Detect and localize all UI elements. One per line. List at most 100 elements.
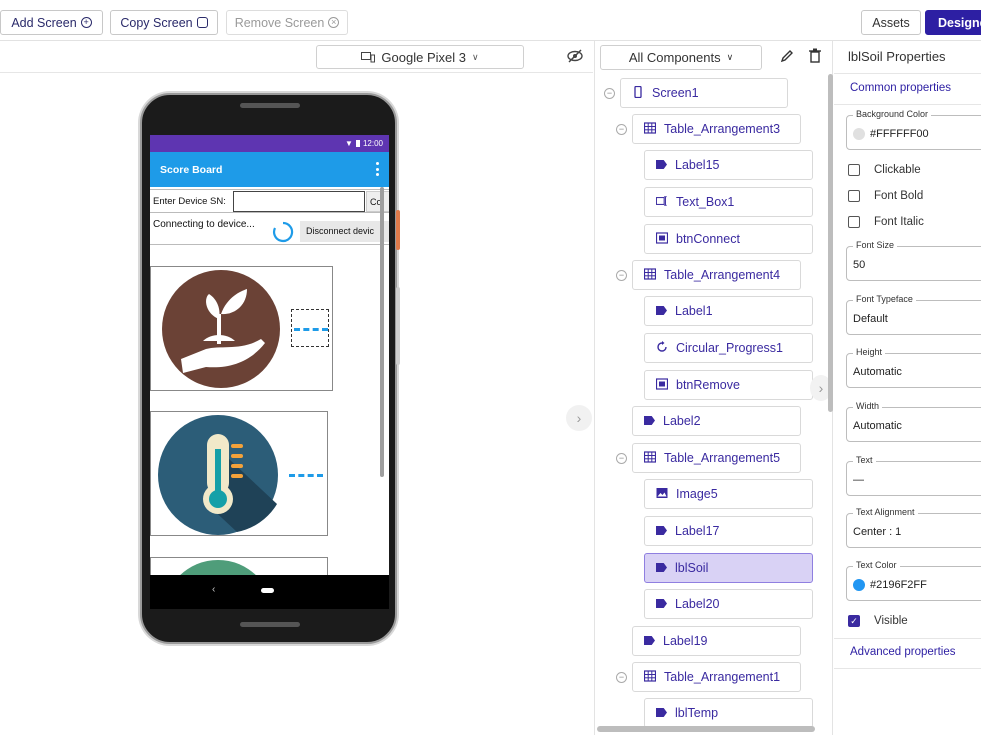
component-node-label: Image5: [676, 487, 718, 501]
font-typeface-field[interactable]: Font Typeface Default: [846, 294, 981, 335]
collapse-icon[interactable]: −: [604, 88, 615, 99]
component-node-label20[interactable]: Label20: [644, 589, 813, 619]
connect-button[interactable]: Co: [366, 191, 389, 212]
screen-scrollbar[interactable]: [380, 187, 384, 477]
clickable-label: Clickable: [874, 164, 921, 176]
text-alignment-label: Text Alignment: [853, 507, 918, 517]
temp-value-dashes: [289, 474, 323, 477]
component-node-table-arrangement4[interactable]: Table_Arrangement4: [632, 260, 801, 290]
font-typeface-value: Default: [853, 313, 888, 325]
component-node-lbltemp[interactable]: lblTemp: [644, 698, 813, 728]
width-value: Automatic: [853, 420, 902, 432]
font-bold-label: Font Bold: [874, 190, 924, 202]
properties-title: lblSoil Properties: [848, 49, 946, 64]
chevron-down-icon: ∨: [726, 52, 734, 62]
font-italic-checkbox[interactable]: Font Italic: [848, 216, 924, 228]
chevron-right-icon[interactable]: ›: [566, 405, 592, 431]
component-node-label: Label1: [675, 304, 713, 318]
copy-icon: [196, 17, 208, 28]
background-color-field[interactable]: Background Color #FFFFFF00: [846, 109, 981, 150]
collapse-icon[interactable]: −: [616, 453, 627, 464]
add-screen-button[interactable]: Add Screen +: [0, 10, 103, 35]
component-node-lblsoil[interactable]: lblSoil: [644, 553, 813, 583]
component-node-label19[interactable]: Label19: [632, 626, 801, 656]
close-circle-icon: ×: [328, 17, 340, 28]
component-node-label1[interactable]: Label1: [644, 296, 813, 326]
advanced-properties-link[interactable]: Advanced properties: [850, 646, 955, 658]
components-filter-select[interactable]: All Components ∨: [600, 45, 762, 70]
component-node-label2[interactable]: Label2: [632, 406, 801, 436]
component-node-circular-progress1[interactable]: Circular_Progress1: [644, 333, 813, 363]
component-node-btnremove[interactable]: btnRemove: [644, 370, 813, 400]
tree-scrollbar-horizontal[interactable]: [597, 726, 815, 732]
eye-off-icon[interactable]: [567, 49, 583, 63]
delete-trash-icon[interactable]: [809, 48, 821, 63]
text-field[interactable]: Text —: [846, 455, 981, 496]
component-node-label: Label19: [663, 634, 708, 648]
component-node-label: Circular_Progress1: [676, 341, 783, 355]
width-label: Width: [853, 401, 883, 411]
designer-button[interactable]: Designer: [925, 10, 981, 35]
label-icon: [656, 561, 667, 575]
text-label: Text: [853, 455, 876, 465]
height-value: Automatic: [853, 366, 902, 378]
app-title: Score Board: [160, 163, 223, 176]
collapse-icon[interactable]: −: [616, 270, 627, 281]
component-node-label: lblTemp: [675, 706, 719, 720]
visible-checkbox[interactable]: ✓ Visible: [848, 615, 908, 627]
remove-screen-button[interactable]: Remove Screen ×: [226, 10, 348, 35]
volume-button: [396, 287, 400, 365]
component-node-image5[interactable]: Image5: [644, 479, 813, 509]
phone-speaker-bottom: [240, 622, 300, 627]
table-arrangement-next: [150, 557, 328, 575]
overflow-menu-icon[interactable]: [376, 162, 379, 176]
collapse-icon[interactable]: −: [616, 672, 627, 683]
disconnect-button-label: Disconnect devic: [306, 226, 375, 236]
soil-value-dashes: [294, 328, 328, 331]
component-node-label15[interactable]: Label15: [644, 150, 813, 180]
nav-bar: ‹: [150, 575, 389, 609]
battery-icon: [355, 140, 360, 147]
component-node-label17[interactable]: Label17: [644, 516, 813, 546]
component-node-btnconnect[interactable]: btnConnect: [644, 224, 813, 254]
home-icon[interactable]: [261, 588, 274, 593]
component-node-label: lblSoil: [675, 561, 709, 575]
disconnect-button[interactable]: Disconnect devic: [300, 221, 389, 242]
text-alignment-field[interactable]: Text Alignment Center : 1: [846, 507, 981, 548]
component-node-text-box1[interactable]: Text_Box1: [644, 187, 813, 217]
designer-label: Designer: [938, 15, 981, 30]
label-icon: [656, 597, 667, 611]
edit-pencil-icon[interactable]: [780, 49, 794, 63]
label-icon: [644, 414, 655, 428]
component-node-table-arrangement1[interactable]: Table_Arrangement1: [632, 662, 801, 692]
collapse-icon[interactable]: −: [616, 124, 627, 135]
width-field[interactable]: Width Automatic: [846, 401, 981, 442]
common-properties-link[interactable]: Common properties: [850, 82, 951, 94]
clickable-checkbox[interactable]: Clickable: [848, 164, 921, 176]
text-color-field[interactable]: Text Color #2196F2FF: [846, 560, 981, 601]
height-field[interactable]: Height Automatic: [846, 347, 981, 388]
label-icon: [644, 634, 655, 648]
device-sn-input[interactable]: [233, 191, 365, 212]
table-arrangement1: [150, 411, 328, 536]
device-select-label: Google Pixel 3: [381, 49, 466, 65]
back-icon[interactable]: ‹: [212, 584, 215, 595]
font-size-field[interactable]: Font Size 50: [846, 240, 981, 281]
tree-scrollbar-vertical[interactable]: [828, 74, 833, 412]
checkbox-checked-icon: ✓: [848, 615, 860, 627]
device-select[interactable]: Google Pixel 3 ∨: [316, 45, 524, 69]
font-size-value: 50: [853, 259, 866, 271]
lblSoil-placeholder[interactable]: [291, 309, 329, 347]
font-typeface-label: Font Typeface: [853, 294, 916, 304]
component-node-screen1[interactable]: Screen1: [620, 78, 788, 108]
top-toolbar: Add Screen + Copy Screen Remove Screen ×…: [0, 0, 981, 41]
label-icon: [656, 304, 667, 318]
screen-content: Enter Device SN: Co Connecting to device…: [150, 187, 389, 575]
connecting-label: Connecting to device...: [153, 219, 255, 230]
assets-button[interactable]: Assets: [861, 10, 921, 35]
component-node-table-arrangement3[interactable]: Table_Arrangement3: [632, 114, 801, 144]
font-bold-checkbox[interactable]: Font Bold: [848, 190, 923, 202]
image-icon: [656, 487, 668, 502]
copy-screen-button[interactable]: Copy Screen: [110, 10, 218, 35]
component-node-table-arrangement5[interactable]: Table_Arrangement5: [632, 443, 801, 473]
